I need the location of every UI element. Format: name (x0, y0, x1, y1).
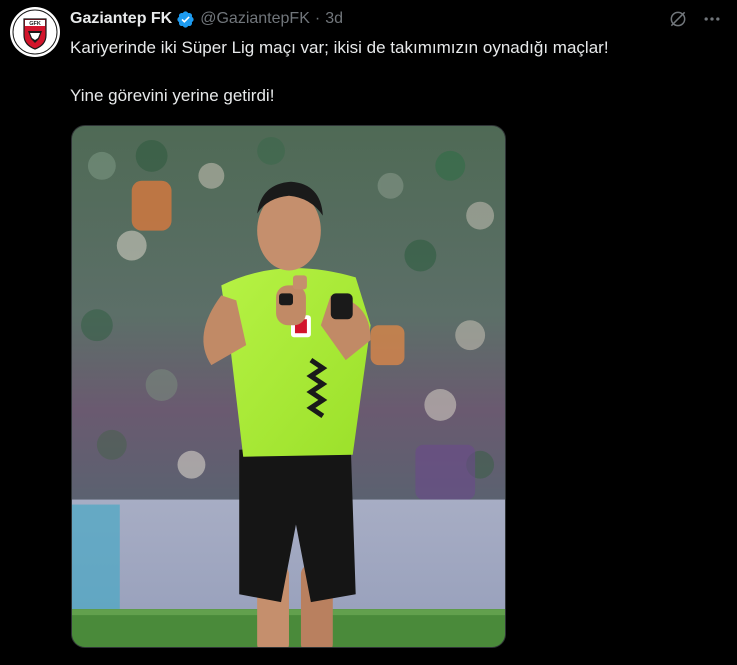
author-name[interactable]: Gaziantep FK (70, 10, 172, 28)
separator-dot: · (314, 10, 321, 27)
svg-text:GFK: GFK (29, 21, 41, 27)
gaziantep-fk-logo: GFK (12, 9, 58, 55)
referee-photo (72, 126, 505, 647)
tweet-paragraph-2: Yine görevini yerine getirdi! (70, 86, 275, 105)
timestamp[interactable]: 3d (325, 10, 343, 28)
tweet-paragraph-1: Kariyerinde iki Süper Lig maçı var; ikis… (70, 38, 609, 57)
author-handle[interactable]: @GaziantepFK (200, 10, 310, 28)
grok-icon[interactable] (667, 8, 689, 30)
verified-badge-icon[interactable] (176, 10, 195, 29)
tweet-text: Kariyerinde iki Süper Lig maçı var; ikis… (70, 36, 710, 108)
avatar[interactable]: GFK (10, 7, 60, 57)
tweet-actions (667, 8, 723, 30)
tweet-header: Gaziantep FK @GaziantepFK · 3d (70, 8, 723, 30)
tweet-photo[interactable] (71, 125, 506, 648)
more-icon[interactable] (701, 8, 723, 30)
tweet[interactable]: GFK Gaziantep FK @GaziantepFK · 3d Kariy… (0, 0, 737, 665)
